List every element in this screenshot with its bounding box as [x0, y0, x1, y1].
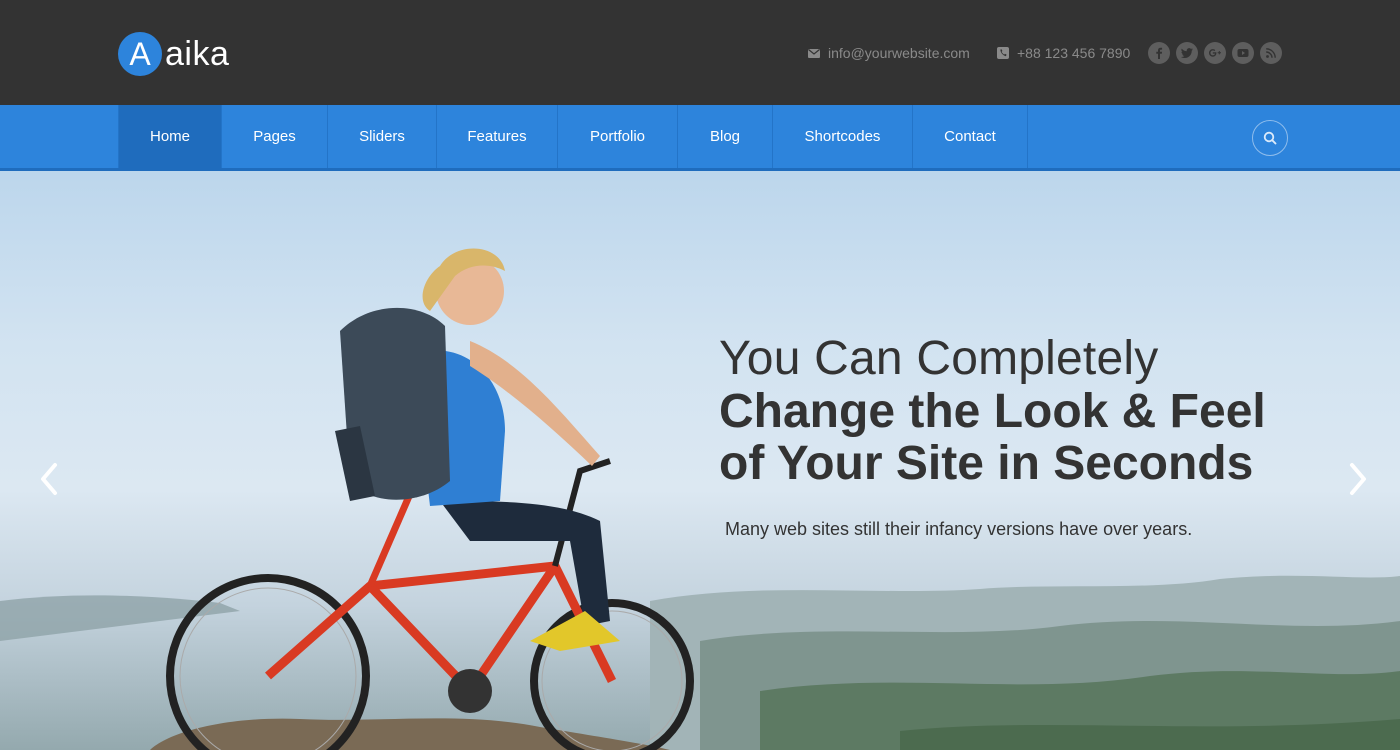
hero-title-line3: of Your Site in Seconds [719, 437, 1254, 490]
nav-item-home[interactable]: Home [119, 105, 222, 168]
slider-next-button[interactable] [1343, 459, 1373, 499]
nav-item-blog[interactable]: Blog [678, 105, 773, 168]
hero-title-line1: You Can Completely [719, 332, 1159, 385]
logo-badge: A [118, 32, 162, 76]
envelope-icon [808, 49, 820, 58]
facebook-icon[interactable] [1148, 42, 1170, 64]
nav-item-contact[interactable]: Contact [913, 105, 1028, 168]
slider-prev-button[interactable] [34, 459, 64, 499]
chevron-right-icon [1350, 463, 1366, 495]
nav-item-portfolio[interactable]: Portfolio [558, 105, 678, 168]
phone-text: +88 123 456 7890 [1017, 45, 1131, 61]
twitter-icon[interactable] [1176, 42, 1198, 64]
google-plus-icon[interactable] [1204, 42, 1226, 64]
nav-item-shortcodes[interactable]: Shortcodes [773, 105, 913, 168]
nav-list: Home Pages Sliders Features Portfolio Bl… [118, 105, 1028, 168]
top-header: A aika info@yourwebsite.com +88 123 456 … [0, 0, 1400, 105]
email-text: info@yourwebsite.com [828, 45, 970, 61]
contact-phone[interactable]: +88 123 456 7890 [996, 42, 1130, 64]
search-button[interactable] [1252, 120, 1288, 156]
hero-subtitle: Many web sites still their infancy versi… [725, 519, 1193, 539]
hero-slider: You Can Completely Change the Look & Fee… [0, 171, 1400, 750]
nav-item-features[interactable]: Features [437, 105, 558, 168]
phone-icon [997, 47, 1009, 59]
nav-item-pages[interactable]: Pages [222, 105, 328, 168]
main-nav: Home Pages Sliders Features Portfolio Bl… [0, 105, 1400, 171]
rss-icon[interactable] [1260, 42, 1282, 64]
nav-item-sliders[interactable]: Sliders [328, 105, 437, 168]
chevron-left-icon [41, 463, 57, 495]
search-icon [1263, 131, 1277, 145]
logo[interactable]: A aika [118, 32, 229, 76]
youtube-icon[interactable] [1232, 42, 1254, 64]
hero-title-line2: Change the Look & Feel [719, 385, 1266, 438]
social-links [1148, 42, 1288, 64]
logo-text: aika [165, 34, 230, 73]
contact-email[interactable]: info@yourwebsite.com [807, 42, 970, 64]
